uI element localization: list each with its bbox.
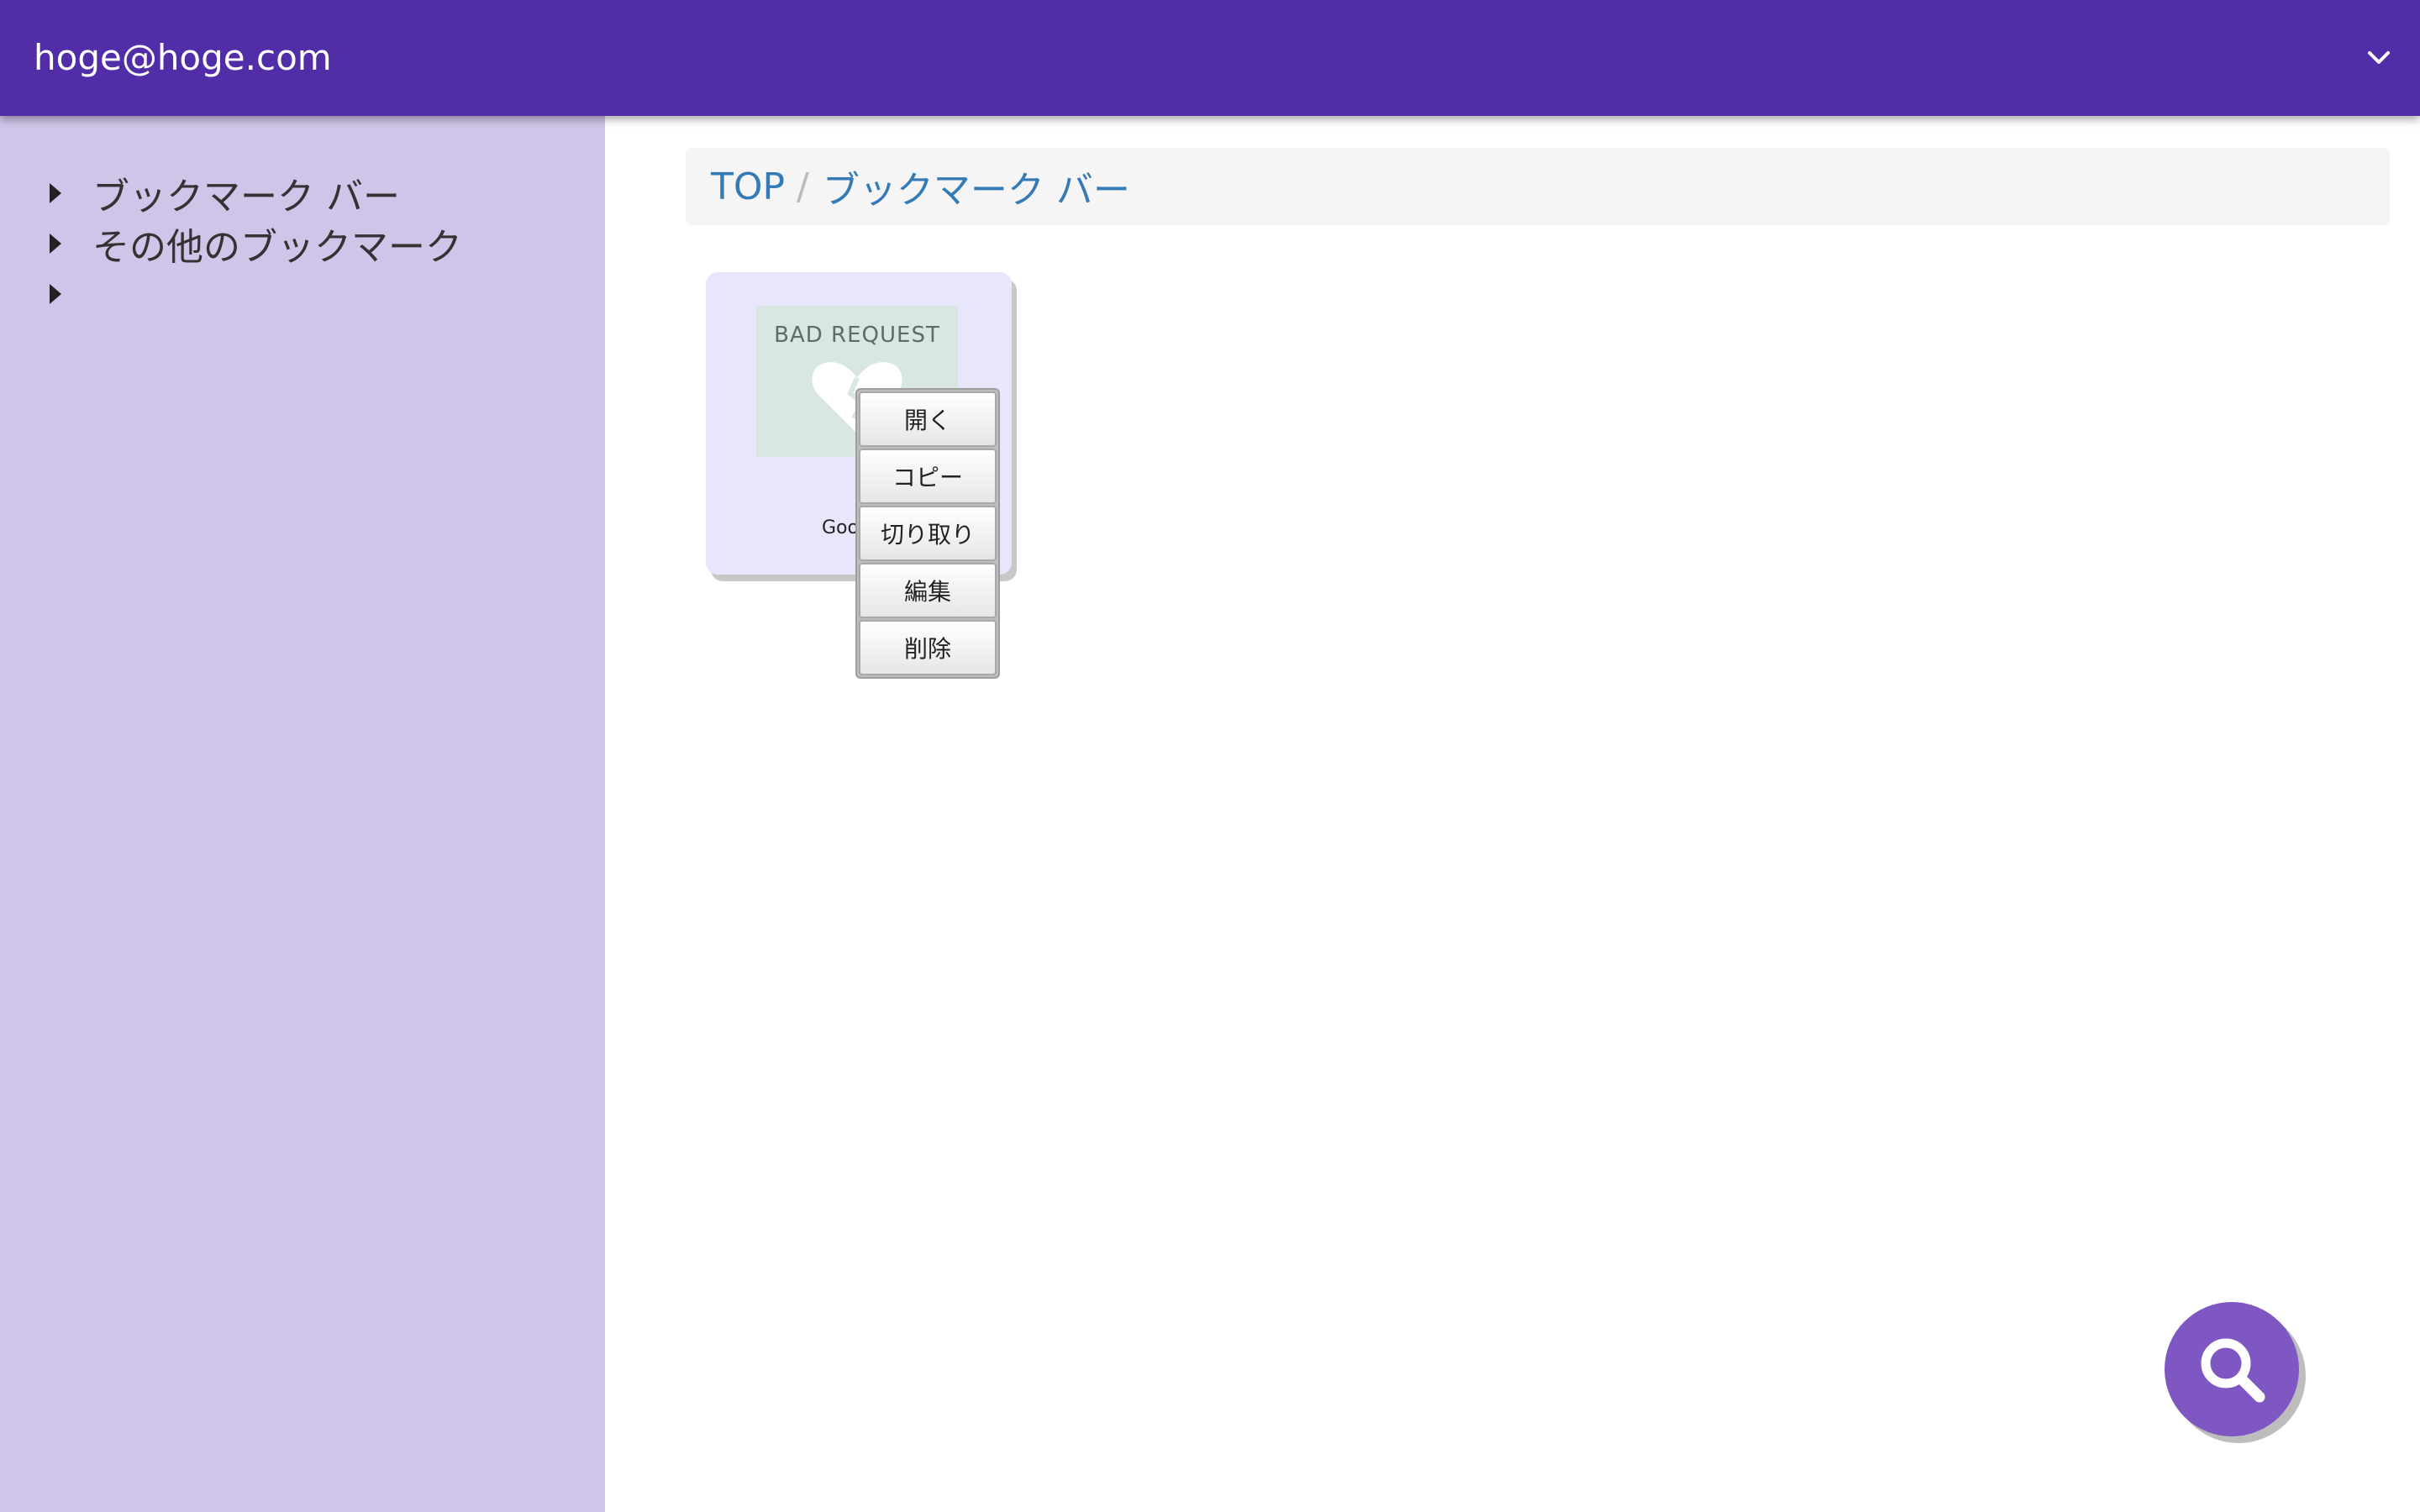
menu-item-edit[interactable]: 編集 xyxy=(859,563,997,618)
caret-right-icon[interactable] xyxy=(42,281,67,307)
breadcrumb: TOP / ブックマーク バー xyxy=(686,148,2390,225)
account-email[interactable]: hoge@hoge.com xyxy=(34,0,332,116)
tree-item-label: ブックマーク バー xyxy=(92,176,400,218)
menu-item-delete[interactable]: 削除 xyxy=(859,620,997,675)
account-dropdown-button[interactable] xyxy=(2358,37,2400,79)
thumbnail-text: BAD REQUEST xyxy=(774,323,940,348)
caret-right-icon[interactable] xyxy=(42,181,67,206)
search-icon xyxy=(2201,1338,2265,1403)
menu-item-open[interactable]: 開く xyxy=(859,391,997,447)
breadcrumb-separator: / xyxy=(797,165,809,208)
search-fab-button[interactable] xyxy=(2165,1302,2299,1436)
tree-item-other-bookmarks[interactable]: その他のブックマーク xyxy=(42,218,462,269)
chevron-down-icon xyxy=(2368,51,2390,64)
tree-item-label: その他のブックマーク xyxy=(92,226,462,269)
folder-tree-sidebar: ブックマーク バー その他のブックマーク xyxy=(0,116,605,1512)
caret-right-icon[interactable] xyxy=(42,231,67,256)
menu-item-copy[interactable]: コピー xyxy=(859,449,997,504)
tree-item-unnamed[interactable] xyxy=(42,269,92,319)
breadcrumb-top[interactable]: TOP xyxy=(711,165,785,208)
bookmark-title: Goo xyxy=(822,517,859,538)
app-header: hoge@hoge.com xyxy=(0,0,2420,116)
context-menu: 開く コピー 切り取り 編集 削除 xyxy=(855,388,1000,679)
tree-item-bookmark-bar[interactable]: ブックマーク バー xyxy=(42,168,400,218)
menu-item-cut[interactable]: 切り取り xyxy=(859,506,997,561)
breadcrumb-bookmark-bar[interactable]: ブックマーク バー xyxy=(823,160,1130,213)
